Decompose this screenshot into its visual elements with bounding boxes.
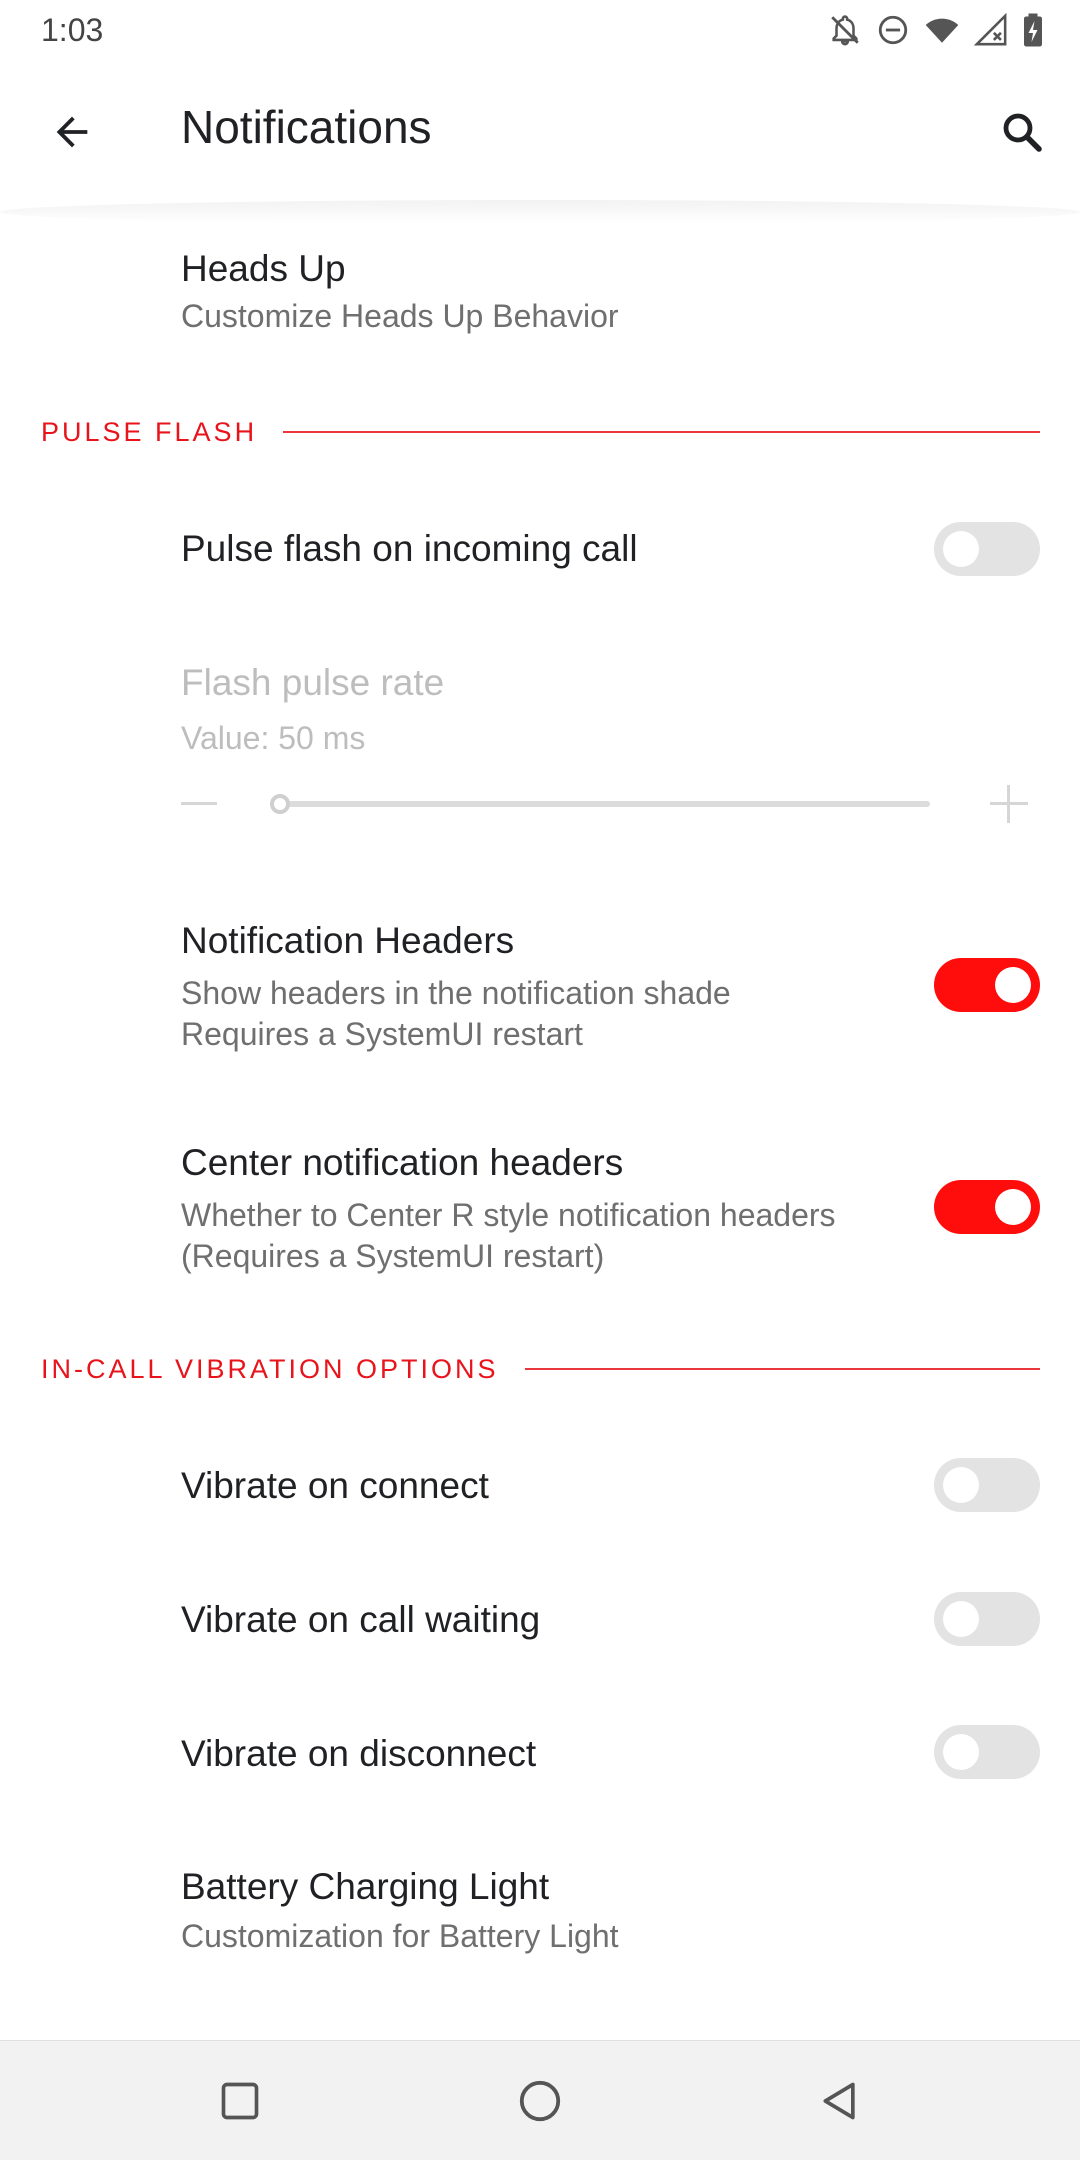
back-nav-button[interactable]	[810, 2071, 870, 2131]
pref-heads-up[interactable]: Heads Up Customize Heads Up Behavior	[0, 222, 1080, 382]
do-not-disturb-icon	[876, 13, 910, 47]
toggle-center-notification-headers[interactable]	[934, 1180, 1040, 1234]
pref-title: Center notification headers	[181, 1142, 624, 1183]
back-button[interactable]	[34, 94, 110, 170]
toggle-vibrate-on-connect[interactable]	[934, 1458, 1040, 1512]
toggle-pulse-flash-call[interactable]	[934, 522, 1040, 576]
wifi-icon	[924, 13, 960, 47]
home-button[interactable]	[510, 2071, 570, 2131]
pref-center-notification-headers[interactable]: Center notification headers Whether to C…	[0, 1122, 1080, 1297]
pref-pulse-flash-call[interactable]: Pulse flash on incoming call	[0, 486, 1080, 614]
pref-title: Vibrate on call waiting	[181, 1599, 541, 1640]
decrease-button[interactable]	[181, 802, 217, 805]
pref-summary: Whether to Center R style notification h…	[181, 1197, 836, 1233]
pref-title: Battery Charging Light	[181, 1866, 550, 1907]
section-label: IN-CALL VIBRATION OPTIONS	[41, 1353, 499, 1384]
pref-battery-charging-light[interactable]: Battery Charging Light Customization for…	[0, 1836, 1080, 2006]
signal-icon	[974, 13, 1008, 47]
status-bar: 1:03	[0, 0, 1080, 62]
battery-charging-icon	[1022, 12, 1044, 48]
page-title: Notifications	[181, 101, 432, 153]
pref-title: Vibrate on connect	[181, 1465, 489, 1506]
toggle-vibrate-on-disconnect[interactable]	[934, 1725, 1040, 1779]
status-icons	[828, 10, 1044, 50]
app-bar-shadow	[0, 200, 1080, 224]
section-divider	[524, 1368, 1040, 1370]
switch-knob	[995, 1189, 1031, 1225]
back-triangle-icon	[823, 2082, 855, 2120]
switch-knob	[943, 1734, 979, 1770]
pref-title: Vibrate on disconnect	[181, 1733, 537, 1774]
pref-summary: Show headers in the notification shade	[181, 975, 731, 1011]
section-header-in-call-vibration: IN-CALL VIBRATION OPTIONS	[41, 1349, 1040, 1389]
recents-square-icon	[221, 2082, 259, 2120]
switch-knob	[943, 1467, 979, 1503]
slider-track[interactable]	[280, 801, 930, 807]
switch-knob	[943, 531, 979, 567]
pref-summary: Customize Heads Up Behavior	[181, 298, 619, 334]
app-bar: Notifications	[0, 62, 1080, 202]
home-circle-icon	[519, 2080, 561, 2122]
status-time: 1:03	[41, 12, 104, 48]
notifications-off-icon	[828, 13, 862, 47]
section-header-pulse-flash: PULSE FLASH	[41, 412, 1040, 452]
pref-summary-secondary: Requires a SystemUI restart	[181, 1016, 583, 1052]
pref-vibrate-on-call-waiting[interactable]: Vibrate on call waiting	[0, 1554, 1080, 1688]
section-divider	[283, 431, 1040, 433]
pref-notification-headers[interactable]: Notification Headers Show headers in the…	[0, 900, 1080, 1075]
increase-button[interactable]	[990, 785, 1028, 823]
pref-title: Notification Headers	[181, 920, 515, 961]
toggle-vibrate-on-call-waiting[interactable]	[934, 1592, 1040, 1646]
search-button[interactable]	[984, 94, 1060, 170]
slider-thumb[interactable]	[270, 794, 290, 814]
pref-summary: Value: 50 ms	[181, 720, 366, 756]
section-label: PULSE FLASH	[41, 416, 258, 447]
pref-title: Pulse flash on incoming call	[181, 528, 638, 569]
search-icon	[1003, 113, 1042, 152]
pref-title: Flash pulse rate	[181, 662, 445, 703]
pref-vibrate-on-connect[interactable]: Vibrate on connect	[0, 1420, 1080, 1554]
pref-title: Heads Up	[181, 248, 346, 289]
pref-summary-secondary: (Requires a SystemUI restart)	[181, 1238, 605, 1274]
recents-button[interactable]	[210, 2071, 270, 2131]
navigation-bar	[0, 2040, 1080, 2160]
pref-summary: Customization for Battery Light	[181, 1918, 619, 1954]
flash-rate-slider[interactable]	[0, 774, 1080, 834]
pref-vibrate-on-disconnect[interactable]: Vibrate on disconnect	[0, 1688, 1080, 1822]
toggle-notification-headers[interactable]	[934, 958, 1040, 1012]
switch-knob	[995, 967, 1031, 1003]
switch-knob	[943, 1601, 979, 1637]
arrow-back-icon	[56, 116, 88, 148]
pref-flash-pulse-rate: Flash pulse rate Value: 50 ms	[0, 640, 1080, 880]
